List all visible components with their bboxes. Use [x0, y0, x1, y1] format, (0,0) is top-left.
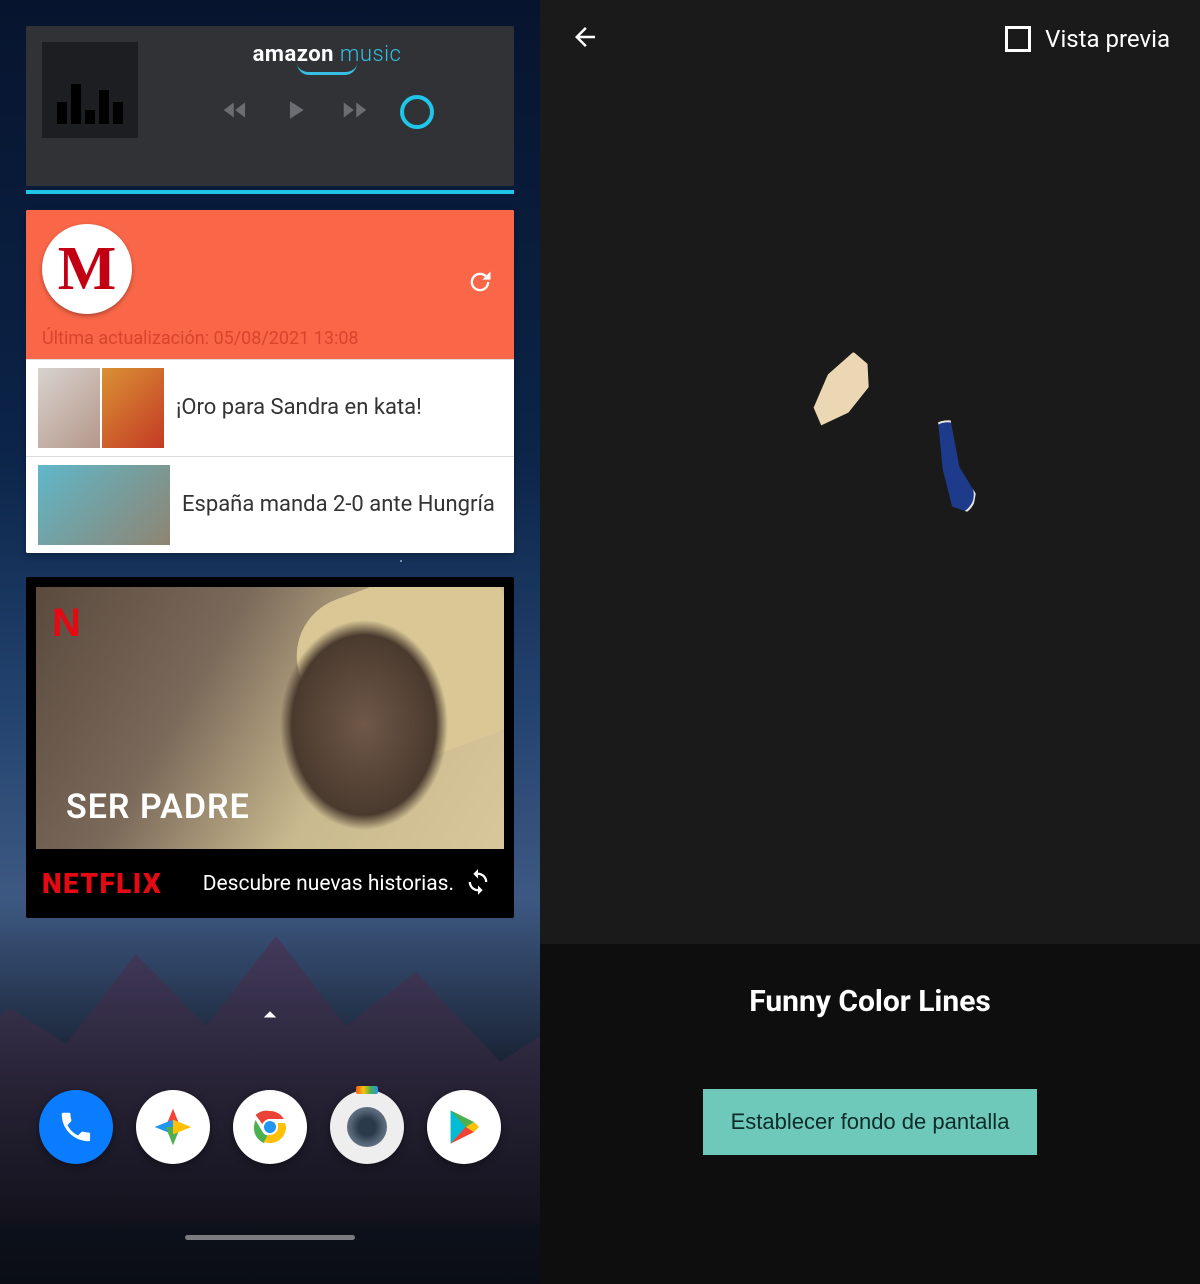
home-screen: amazon music [0, 0, 540, 1284]
news-item[interactable]: España manda 2-0 ante Hungría [26, 456, 514, 553]
news-thumbnail [102, 368, 164, 448]
netflix-wordmark: NETFLIX [42, 867, 162, 900]
last-updated-text: Última actualización: 05/08/2021 13:08 [42, 328, 498, 349]
alexa-icon[interactable] [400, 95, 434, 129]
marca-header: M Última actualización: 05/08/2021 13:08 [26, 210, 514, 359]
photos-app-icon[interactable] [136, 1090, 210, 1164]
chrome-app-icon[interactable] [233, 1090, 307, 1164]
sync-icon[interactable] [464, 868, 492, 900]
wallpaper-title: Funny Color Lines [749, 984, 991, 1019]
news-item[interactable]: ¡Oro para Sandra en kata! [26, 359, 514, 456]
progress-bar [26, 190, 514, 194]
play-icon[interactable] [280, 95, 310, 129]
gesture-nav-pill[interactable] [185, 1235, 355, 1240]
phone-app-icon[interactable] [39, 1090, 113, 1164]
news-title: ¡Oro para Sandra en kata! [176, 394, 422, 422]
news-thumbnail [38, 465, 170, 545]
set-wallpaper-button[interactable]: Establecer fondo de pantalla [703, 1089, 1038, 1155]
wallpaper-bottom-sheet: Funny Color Lines Establecer fondo de pa… [540, 944, 1200, 1284]
amazon-smile-icon [297, 63, 357, 75]
news-thumbnail [38, 368, 100, 448]
play-store-app-icon[interactable] [427, 1090, 501, 1164]
wallpaper-mountains [0, 864, 540, 1224]
marca-logo: M [42, 224, 132, 314]
dock [0, 1090, 540, 1164]
color-line-shape [795, 341, 886, 440]
previous-track-icon[interactable] [220, 95, 250, 129]
app-drawer-chevron-icon[interactable] [255, 1000, 285, 1034]
amazon-music-widget[interactable]: amazon music [26, 26, 514, 186]
hero-title: SER PADRE [66, 787, 250, 827]
news-title: España manda 2-0 ante Hungría [182, 491, 495, 519]
wallpaper-preview-screen: Vista previa Funny Color Lines Establece… [540, 0, 1200, 1284]
camera-app-icon[interactable] [330, 1090, 404, 1164]
next-track-icon[interactable] [340, 95, 370, 129]
color-line-shape [924, 418, 979, 519]
netflix-n-icon: N [52, 601, 81, 646]
hero-artwork [254, 617, 474, 849]
marca-news-widget[interactable]: M Última actualización: 05/08/2021 13:08… [26, 210, 514, 553]
refresh-icon[interactable] [466, 268, 494, 300]
album-art-placeholder [42, 42, 138, 138]
netflix-widget[interactable]: N SER PADRE NETFLIX Descubre nuevas hist… [26, 577, 514, 918]
netflix-tagline: Descubre nuevas historias. [203, 872, 454, 896]
netflix-hero[interactable]: N SER PADRE [36, 587, 504, 849]
